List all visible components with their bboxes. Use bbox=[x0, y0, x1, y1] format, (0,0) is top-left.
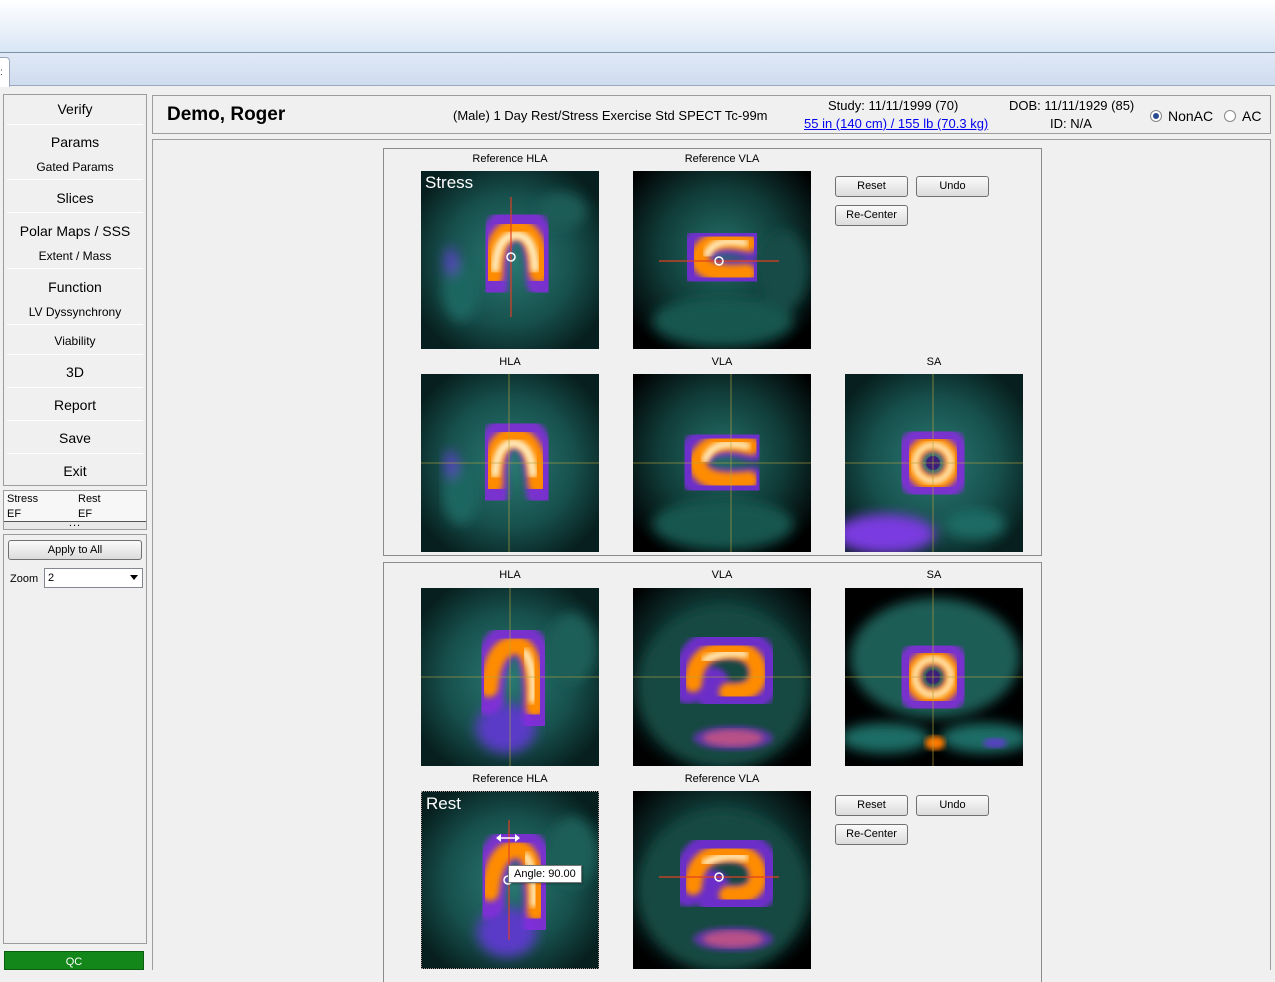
sidebar-item-params[interactable]: Params bbox=[4, 134, 146, 150]
rest-sa-image[interactable] bbox=[845, 588, 1023, 766]
rest-sa-label: SA bbox=[926, 569, 942, 581]
rest-hla-label: HLA bbox=[499, 569, 521, 581]
divider bbox=[7, 387, 143, 388]
stress-hla-label: HLA bbox=[499, 356, 521, 368]
ac-label: AC bbox=[1242, 108, 1262, 124]
patient-id: ID: N/A bbox=[1050, 116, 1092, 131]
sidebar-item-verify[interactable]: Verify bbox=[4, 101, 146, 117]
rest-reset-button[interactable]: Reset bbox=[835, 795, 908, 816]
stress-title: Stress bbox=[425, 173, 474, 192]
rest-ref-vla-image[interactable] bbox=[633, 791, 811, 969]
sidebar-item-exit[interactable]: Exit bbox=[4, 463, 146, 479]
rest-panel: HLA VLA SA Reference HLA Reference VLA R… bbox=[383, 562, 1042, 982]
stress-ref-vla-label: Reference VLA bbox=[684, 153, 760, 165]
rest-title: Rest bbox=[426, 794, 461, 813]
zoom-value: 2 bbox=[48, 572, 55, 584]
sidebar-nav: Verify Params Gated Params Slices Polar … bbox=[3, 94, 147, 486]
rest-undo-button[interactable]: Undo bbox=[916, 795, 989, 816]
sidebar-item-report[interactable]: Report bbox=[4, 397, 146, 413]
angle-tooltip: Angle: 90.00 bbox=[508, 865, 582, 883]
stress-ef-value: EF bbox=[7, 508, 22, 520]
patient-name: Demo, Roger bbox=[167, 104, 286, 125]
stress-undo-button[interactable]: Undo bbox=[916, 176, 989, 197]
stress-recenter-button[interactable]: Re-Center bbox=[835, 205, 908, 226]
divider bbox=[7, 179, 143, 180]
stress-ref-vla-image[interactable] bbox=[633, 171, 811, 349]
chevron-down-icon bbox=[130, 575, 138, 580]
zoom-label: Zoom bbox=[10, 573, 39, 585]
window-title-bar bbox=[0, 0, 1275, 53]
sidebar-item-viability[interactable]: Viability bbox=[4, 334, 146, 348]
controls-panel: Apply to All Zoom 2 bbox=[3, 534, 147, 944]
rest-vla-label: VLA bbox=[711, 569, 733, 581]
stress-ref-hla-label: Reference HLA bbox=[472, 153, 548, 165]
date-of-birth: DOB: 11/11/1929 (85) bbox=[1009, 98, 1135, 113]
nonac-radio[interactable]: NonAC bbox=[1150, 108, 1213, 124]
sidebar-item-gated-params[interactable]: Gated Params bbox=[4, 160, 146, 174]
rest-ref-vla-label: Reference VLA bbox=[684, 773, 760, 785]
rest-hla-image[interactable] bbox=[421, 588, 599, 766]
ac-radio[interactable]: AC bbox=[1224, 108, 1261, 124]
sidebar-item-extent-mass[interactable]: Extent / Mass bbox=[4, 249, 146, 263]
slices-content: Reference HLA Reference VLA Stress Reset… bbox=[152, 139, 1271, 982]
sidebar-item-polar-maps[interactable]: Polar Maps / SSS bbox=[4, 223, 146, 239]
divider bbox=[7, 124, 143, 125]
divider bbox=[7, 212, 143, 213]
sidebar-item-function[interactable]: Function bbox=[4, 279, 146, 295]
stress-vla-label: VLA bbox=[711, 356, 733, 368]
qc-button[interactable]: QC bbox=[4, 951, 144, 970]
stress-sa-image[interactable] bbox=[845, 374, 1023, 552]
rest-recenter-button[interactable]: Re-Center bbox=[835, 824, 908, 845]
radio-unselected-icon bbox=[1224, 110, 1236, 122]
stress-vla-image[interactable] bbox=[633, 374, 811, 552]
stress-hla-image[interactable] bbox=[421, 374, 599, 552]
divider bbox=[7, 268, 143, 269]
sidebar-item-save[interactable]: Save bbox=[4, 430, 146, 446]
divider bbox=[7, 324, 143, 325]
stress-reset-button[interactable]: Reset bbox=[835, 176, 908, 197]
sidebar-item-3d[interactable]: 3D bbox=[4, 364, 146, 380]
radio-selected-icon bbox=[1150, 110, 1162, 122]
height-weight-link[interactable]: 55 in (140 cm) / 155 lb (70.3 kg) bbox=[804, 116, 988, 131]
tab-strip: : bbox=[0, 53, 1275, 87]
stress-ef-label: Stress bbox=[7, 493, 39, 505]
ef-summary: Stress EF Rest EF ... bbox=[3, 490, 147, 530]
stress-ref-hla-image[interactable]: Stress bbox=[421, 171, 599, 349]
sidebar-item-lv-dyssynchrony[interactable]: LV Dyssynchrony bbox=[4, 305, 146, 319]
stress-sa-label: SA bbox=[926, 356, 942, 368]
zoom-select[interactable]: 2 bbox=[44, 568, 143, 588]
study-description: (Male) 1 Day Rest/Stress Exercise Std SP… bbox=[453, 108, 768, 123]
sidebar-item-slices[interactable]: Slices bbox=[4, 190, 146, 206]
stress-panel: Reference HLA Reference VLA Stress Reset… bbox=[383, 148, 1042, 556]
ef-expand-handle[interactable]: ... bbox=[4, 518, 146, 529]
divider bbox=[7, 453, 143, 454]
divider bbox=[7, 354, 143, 355]
tab-stub[interactable]: : bbox=[0, 57, 10, 87]
divider bbox=[7, 420, 143, 421]
patient-header: Demo, Roger (Male) 1 Day Rest/Stress Exe… bbox=[152, 95, 1271, 134]
study-date: Study: 11/11/1999 (70) bbox=[828, 98, 959, 113]
nonac-label: NonAC bbox=[1168, 108, 1214, 124]
rest-ref-hla-label: Reference HLA bbox=[472, 773, 548, 785]
rest-ef-label: Rest bbox=[78, 493, 101, 505]
rest-vla-image[interactable] bbox=[633, 588, 811, 766]
apply-to-all-button[interactable]: Apply to All bbox=[8, 540, 142, 560]
